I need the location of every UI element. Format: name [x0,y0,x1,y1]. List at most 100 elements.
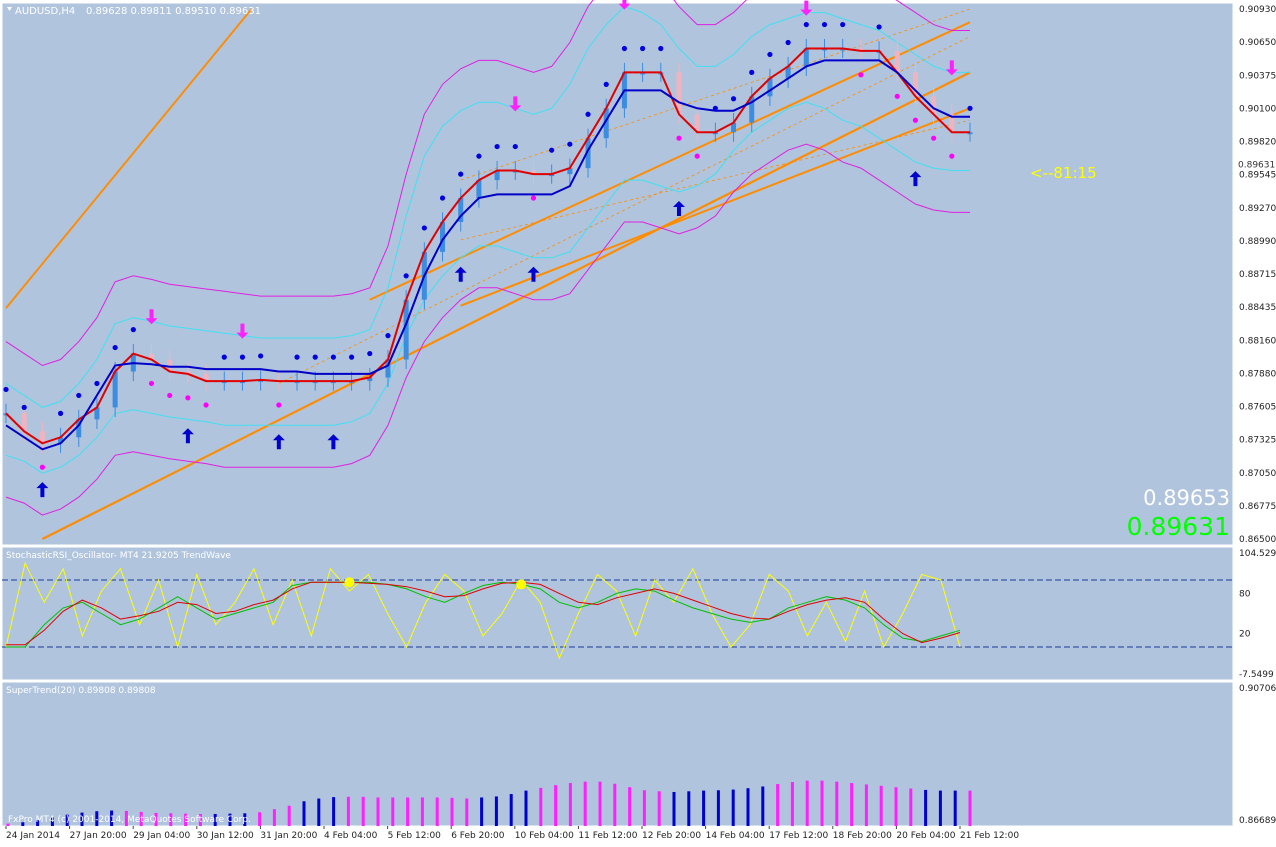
sar-dot [658,45,664,52]
histogram-bar [494,796,498,826]
sar-dot [112,344,118,351]
axis-tick-label: 0.89820 [1239,138,1276,148]
time-label: 18 Feb 20:00 [833,831,892,841]
histogram-bar [790,782,794,826]
histogram-bar [524,790,528,826]
sar-dot [3,386,9,393]
sar-dot [167,392,173,399]
axis-tick-label: 0.87325 [1239,436,1276,446]
axis-tick-label: 0.90100 [1239,104,1276,114]
sar-dot [858,72,864,78]
sar-dot [749,69,755,76]
axis-tick-label: 20 [1239,630,1251,640]
time-label: 5 Feb 12:00 [388,831,442,841]
histogram-bar [420,797,424,826]
histogram-bar [480,797,484,826]
time-label: 4 Feb 04:00 [324,831,378,841]
sar-dot [567,141,573,147]
histogram-bar [583,781,587,826]
histogram-bar [406,797,410,826]
sar-dot [821,21,828,28]
sar-dot [621,45,628,52]
time-label: 10 Feb 04:00 [515,831,574,841]
time-label: 17 Feb 12:00 [769,831,828,841]
histogram-bar [820,780,824,826]
sar-dot [39,464,45,470]
histogram-bar [287,805,291,826]
histogram-bar [761,786,765,826]
sar-dot [676,135,682,141]
histogram-bar [776,784,780,826]
sar-dot [294,354,300,360]
sar-dot [494,143,500,150]
histogram-bar [864,784,868,826]
axis-tick-label: 0.88160 [1239,336,1276,346]
time-label: 11 Feb 12:00 [578,831,637,841]
sar-dot [221,354,227,360]
sar-dot [258,353,264,359]
histogram-bar [702,790,706,826]
sar-dot [276,402,282,408]
histogram-bar [687,791,691,826]
time-label: 30 Jan 12:00 [197,831,254,841]
histogram-bar [746,788,750,826]
time-label: 29 Jan 04:00 [133,831,190,841]
histogram-bar [835,781,839,826]
histogram-bar [272,809,276,826]
axis-tick-label: 0.86775 [1239,502,1276,512]
countdown-label: <--81:15 [1030,164,1097,182]
histogram-bar [924,789,928,826]
axis-tick-label: 0.86689 [1239,816,1276,826]
axis-tick-label: 0.89545 [1239,171,1276,181]
histogram-bar [850,783,854,826]
sar-dot [785,39,791,46]
supertrend-title: SuperTrend(20) 0.89808 0.89808 [6,686,156,696]
axis-tick-label: 0.88990 [1239,237,1276,247]
axis-tick-label: 0.87605 [1239,403,1276,413]
ask-price: 0.89653 [1143,486,1230,510]
chart-window[interactable]: 0.90930 0.90650 0.90375 0.90100 0.89820 0.895… [0,0,1276,843]
histogram-bar [598,781,602,826]
bid-price: 0.89631 [1127,512,1230,541]
histogram-bar [613,783,617,826]
axis-tick-label: 0.90375 [1239,71,1276,81]
oscillator-title: StochasticRSI_Oscillator- MT4 21.9205 Tr… [6,551,231,561]
sar-dot [949,153,955,159]
ohlc-values: 0.89628 0.89811 0.89510 0.89631 [86,6,261,17]
histogram-bar [805,780,809,826]
sar-dot [967,105,973,111]
sar-dot [712,105,718,111]
histogram-bar [450,797,454,826]
histogram-bar [346,796,350,826]
histogram-bar [554,785,558,826]
sar-dot [203,402,209,408]
sar-dot [585,111,591,117]
sar-dot [185,395,191,401]
time-label: 20 Feb 04:00 [896,831,955,841]
sar-dot [640,45,646,52]
histogram-bar [879,785,883,826]
sar-dot [421,225,427,231]
sar-dot [549,147,555,153]
supertrend-pane-background [1,681,1234,827]
time-label: 21 Feb 12:00 [960,831,1019,841]
time-axis: 24 Jan 2014 27 Jan 20:00 29 Jan 04:00 30 Ja… [5,826,1019,841]
sar-dot [840,21,846,28]
time-label: 31 Jan 20:00 [260,831,317,841]
sar-dot [148,380,155,387]
histogram-bar [642,790,646,826]
histogram-bar [657,791,661,826]
axis-tick-label: 0.87880 [1239,369,1276,379]
sar-dot [312,354,318,360]
sar-dot [730,96,737,102]
histogram-bar [909,788,913,826]
sar-dot [94,380,100,387]
axis-tick-label: 0.90650 [1239,38,1276,48]
sar-dot [76,392,82,399]
sar-dot [694,153,700,159]
time-label: 14 Feb 04:00 [706,831,765,841]
sar-dot [458,171,464,177]
axis-tick-label: 0.86500 [1239,535,1276,545]
sar-dot [330,354,336,360]
chart-canvas[interactable]: 0.90930 0.90650 0.90375 0.90100 0.89820 0.895… [0,0,1276,843]
